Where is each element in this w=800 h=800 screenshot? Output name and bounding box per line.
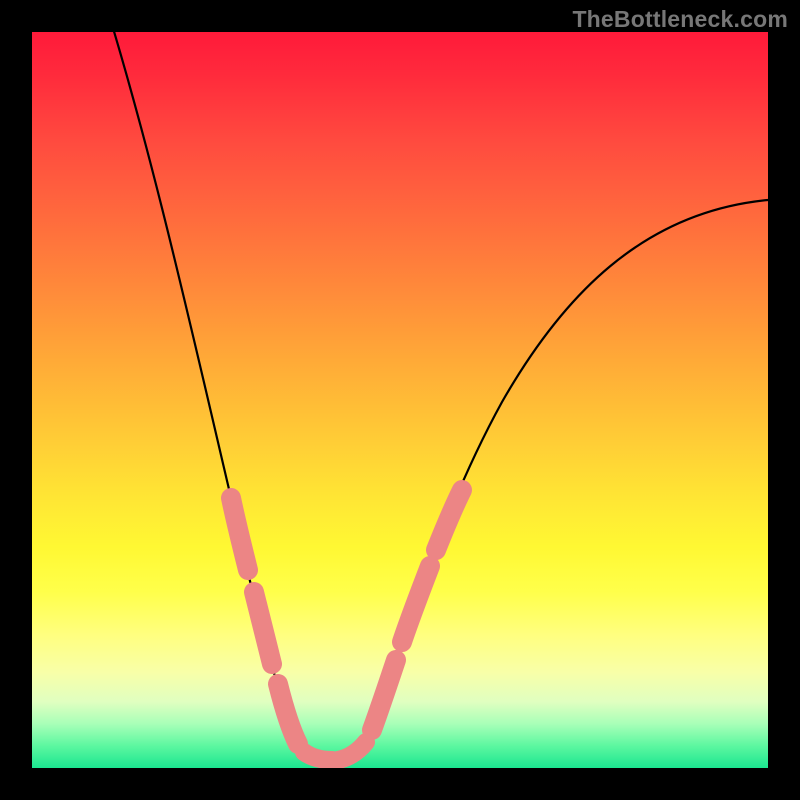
plot-area bbox=[32, 32, 768, 768]
gradient-background bbox=[32, 32, 768, 768]
attribution-text: TheBottleneck.com bbox=[572, 6, 788, 33]
chart-stage: TheBottleneck.com bbox=[0, 0, 800, 800]
